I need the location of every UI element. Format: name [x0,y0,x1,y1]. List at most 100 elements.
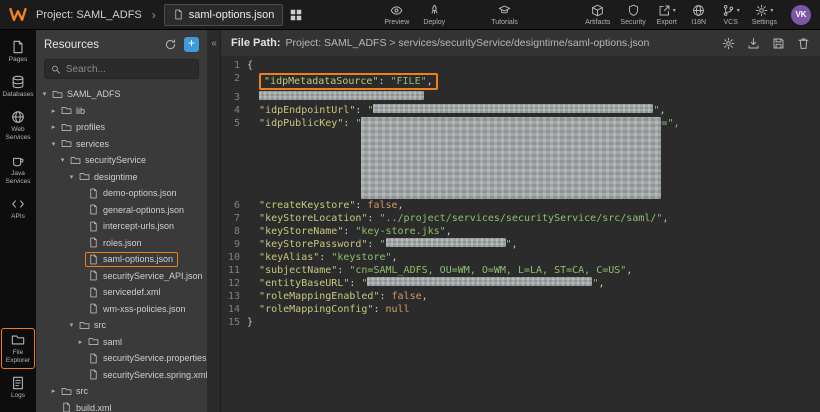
redacted-text [373,104,653,113]
caret-down-icon[interactable]: ▾ [40,90,49,98]
caret-down-icon[interactable]: ▾ [49,140,58,148]
shield-icon [627,4,640,17]
file-icon [61,402,72,412]
line-number: 8 [221,225,247,238]
artifacts-button[interactable]: Artifacts [581,0,614,30]
tree-item-saml-options.json[interactable]: saml-options.json [36,251,207,268]
sidebar-item-java-services[interactable]: Java Services [1,149,35,190]
download-button[interactable] [747,37,760,50]
caret-right-icon[interactable]: ▸ [49,387,58,395]
sidebar-item-pages[interactable]: Pages [1,35,35,68]
caret-down-icon[interactable]: ▾ [58,156,67,164]
export-button[interactable]: ▾ Export [652,0,682,30]
code-line-8[interactable]: 8 "keyStoreName": "key-store.jks", [221,225,820,238]
preview-button[interactable]: Preview [380,0,413,30]
tree-item-SAML_ADFS[interactable]: ▾SAML_ADFS [36,86,207,103]
code-line-13[interactable]: 13 "roleMappingEnabled": false, [221,290,820,303]
code-line-7[interactable]: 7 "keyStoreLocation": "../project/servic… [221,212,820,225]
line-number: 3 [221,91,247,104]
sidebar-item-logs[interactable]: Logs [1,371,35,404]
security-button[interactable]: Security [616,0,649,30]
code-line-15[interactable]: 15} [221,316,820,329]
search-input[interactable] [66,64,192,75]
delete-button[interactable] [797,37,810,50]
save-button[interactable] [772,37,785,50]
code-content: "roleMappingEnabled": false, [247,290,428,303]
tree-item-securityService_API.json[interactable]: securityService_API.json [36,268,207,285]
tree-item-securityService.spring.xml[interactable]: securityService.spring.xml [36,367,207,384]
tree-item-roles.json[interactable]: roles.json [36,235,207,252]
file-icon [88,287,99,298]
file-icon [88,221,99,232]
tutorials-button[interactable]: Tutorials [487,0,522,30]
project-chevron-icon[interactable]: › [152,8,156,22]
tree-item-demo-options.json[interactable]: demo-options.json [36,185,207,202]
tree-item-build.xml[interactable]: build.xml [36,400,207,412]
tree-item-securityService[interactable]: ▾securityService [36,152,207,169]
tree-item-designtime[interactable]: ▾designtime [36,169,207,186]
token-string: "cn=SAML_ADFS, OU=WM, O=WM, L=LA, ST=CA,… [349,265,626,276]
code-line-4[interactable]: 4 "idpEndpointUrl": "", [221,104,820,117]
dashboard-grid-icon[interactable] [290,9,302,21]
line-number: 10 [221,251,247,264]
tree-item-saml[interactable]: ▸saml [36,334,207,351]
file-settings-button[interactable] [722,37,735,50]
rocket-icon [428,4,441,17]
code-line-6[interactable]: 6 "createKeystore": false, [221,199,820,212]
settings-button[interactable]: ▾ Settings [748,0,781,30]
add-resource-button[interactable]: + [184,37,199,52]
tree-item-general-options.json[interactable]: general-options.json [36,202,207,219]
tab-saml-options[interactable]: saml-options.json [164,4,284,26]
code-line-14[interactable]: 14 "roleMappingConfig": null [221,303,820,316]
i18n-button[interactable]: I18N [684,0,714,30]
line-number: 11 [221,264,247,277]
token-punct: : [367,239,379,250]
tree-item-box: lib [58,103,90,118]
code-line-5[interactable]: 5 "idpPublicKey": "=", [221,117,820,199]
tree-item-securityService.properties[interactable]: securityService.properties [36,350,207,367]
tree-item-servicedef.xml[interactable]: servicedef.xml [36,284,207,301]
tree-item-wm-xss-policies.json[interactable]: wm-xss-policies.json [36,301,207,318]
caret-right-icon[interactable]: ▸ [49,123,58,131]
code-line-11[interactable]: 11 "subjectName": "cn=SAML_ADFS, OU=WM, … [221,264,820,277]
project-label[interactable]: Project: SAML_ADFS [36,9,142,21]
refresh-icon[interactable] [164,38,177,51]
user-avatar[interactable]: VK [791,5,811,25]
line-number: 15 [221,316,247,329]
caret-right-icon[interactable]: ▸ [49,107,58,115]
code-line-2[interactable]: 2 "idpMetadataSource": "FILE", [221,72,820,91]
sidebar-item-databases[interactable]: Databases [1,70,35,103]
sidebar-item-file-explorer[interactable]: File Explorer [1,328,35,369]
tree-item-intercept-urls.json[interactable]: intercept-urls.json [36,218,207,235]
sidebar-item-web-services[interactable]: Web Services [1,105,35,146]
code-line-12[interactable]: 12 "entityBaseURL": "", [221,277,820,290]
tree-item-label: securityService.spring.xml [103,370,207,380]
tree-item-lib[interactable]: ▸lib [36,103,207,120]
dropdown-caret-icon: ▾ [737,7,740,14]
caret-down-icon[interactable]: ▾ [67,173,76,181]
vcs-button[interactable]: ▾ VCS [716,0,746,30]
resources-header: Resources + [36,30,207,57]
export-label: Export [657,19,677,26]
code-line-9[interactable]: 9 "keyStorePassword": "", [221,238,820,251]
export-icon [658,4,671,17]
sidebar-item-apis[interactable]: APIs [1,192,35,225]
code-content: "idpEndpointUrl": "", [247,104,666,117]
app-logo-icon[interactable] [4,7,32,22]
file-icon [88,188,99,199]
caret-right-icon[interactable]: ▸ [76,338,85,346]
code-line-1[interactable]: 1{ [221,59,820,72]
deploy-button[interactable]: Deploy [419,0,449,30]
code-line-3[interactable]: 3 [221,91,820,104]
tree-item-profiles[interactable]: ▸profiles [36,119,207,136]
caret-down-icon[interactable]: ▾ [67,321,76,329]
collapse-panel-button[interactable]: « [208,30,221,412]
tree-item-src[interactable]: ▾src [36,317,207,334]
preview-label: Preview [384,19,409,26]
code-area[interactable]: 1{2 "idpMetadataSource": "FILE",3 4 "idp… [221,56,820,412]
tree-item-src[interactable]: ▸src [36,383,207,400]
tree-item-services[interactable]: ▾services [36,136,207,153]
code-content: "idpPublicKey": "=", [247,117,679,199]
code-line-10[interactable]: 10 "keyAlias": "keystore", [221,251,820,264]
topbar: Project: SAML_ADFS › saml-options.json P… [0,0,820,30]
